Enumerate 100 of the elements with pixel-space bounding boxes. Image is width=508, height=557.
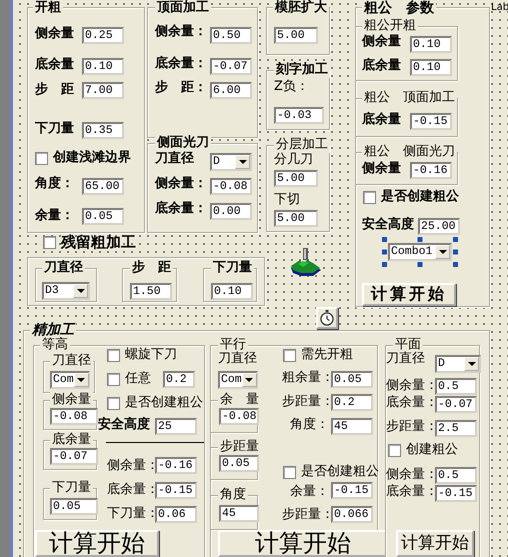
input-field[interactable]: -0.07 <box>435 396 477 413</box>
input-field[interactable]: 0.2 <box>163 371 195 388</box>
input-field[interactable]: 0.06 <box>155 506 197 523</box>
checkbox[interactable]: 是否创建粗公 <box>363 190 459 205</box>
dropdown[interactable]: Com <box>218 371 258 389</box>
dropdown[interactable]: Com <box>50 371 90 389</box>
field-label: 余量： <box>290 485 329 500</box>
input-field[interactable]: -0.15 <box>155 482 197 499</box>
field-label: 刀直径 <box>155 152 194 167</box>
input-field[interactable]: -0.15 <box>331 482 373 499</box>
input-field[interactable]: 25.00 <box>418 218 460 235</box>
input-field[interactable]: -0.15 <box>435 485 477 502</box>
checkbox[interactable]: 任意 <box>107 372 151 387</box>
input-field[interactable]: 5.00 <box>274 170 318 187</box>
input-field[interactable]: 0.10 <box>82 58 124 75</box>
input-field[interactable]: -0.08 <box>50 408 98 425</box>
input-field[interactable]: 45 <box>331 418 373 435</box>
field-label: 步距量： <box>282 395 334 410</box>
input-field[interactable]: 0.25 <box>82 27 124 44</box>
input-field[interactable]: 1.50 <box>130 283 172 300</box>
input-field[interactable]: 0.10 <box>410 36 452 53</box>
input-field[interactable]: 5.00 <box>274 27 318 44</box>
input-field[interactable]: 0.50 <box>210 27 252 44</box>
frame-title: 等高 <box>40 337 70 353</box>
calculate-button[interactable]: 计算开始 <box>362 283 456 306</box>
input-field[interactable]: 25 <box>155 418 197 435</box>
input-field[interactable]: -0.08 <box>210 178 252 195</box>
frame-title: 侧余量 <box>50 392 93 408</box>
caret-icon <box>464 357 479 371</box>
input-field[interactable]: 6.00 <box>210 82 252 99</box>
input-field[interactable]: 0.35 <box>82 122 124 139</box>
input-field[interactable]: 0.2 <box>331 394 373 411</box>
stopwatch-icon <box>319 310 335 326</box>
field-label: 侧余量 <box>362 162 401 177</box>
field-label: 步距量： <box>386 420 438 435</box>
calculate-button[interactable]: 计算开始 <box>35 530 159 557</box>
input-field[interactable]: 65.00 <box>82 178 124 195</box>
input-field[interactable]: 0.05 <box>50 498 98 515</box>
field-label: Z负： <box>274 80 309 95</box>
field-label: 底余量 <box>362 113 401 128</box>
stopwatch-button[interactable] <box>316 307 338 329</box>
input-field[interactable]: 2.5 <box>435 420 477 437</box>
input-field[interactable]: 0.05 <box>331 371 373 388</box>
field-label: 角度： <box>290 418 329 433</box>
input-field[interactable]: -0.07 <box>210 58 252 75</box>
checkbox[interactable]: 需先开粗 <box>283 348 353 363</box>
dropdown[interactable]: D <box>435 355 481 373</box>
field-label: 侧余量 <box>35 27 74 42</box>
checkbox[interactable]: 是否创建粗公 <box>107 396 203 411</box>
input-field[interactable]: -0.16 <box>155 457 197 474</box>
frame-title: 粗公 参数 <box>362 0 436 16</box>
dropdown[interactable]: D3 <box>42 282 90 300</box>
input-field[interactable]: -0.08 <box>219 408 259 425</box>
checkbox[interactable]: 创建浅滩边界 <box>35 151 131 166</box>
caret-icon <box>235 155 250 169</box>
frame-title: 刀直径 <box>42 260 85 276</box>
frame-title: 步 距 <box>130 260 173 276</box>
calculate-button[interactable]: 计算开始 <box>396 530 474 557</box>
field-label: 侧余量： <box>386 468 438 483</box>
caret-icon <box>73 284 88 298</box>
checkbox[interactable]: 创建粗公 <box>388 443 458 458</box>
checkbox[interactable]: 螺旋下刀 <box>107 348 177 363</box>
frame-title: 侧面光刀 <box>155 135 211 151</box>
field-label: 余量： <box>35 209 74 224</box>
input-field[interactable]: -0.15 <box>410 113 452 130</box>
frame-title: 刻字加工 <box>274 62 330 78</box>
input-field[interactable]: -0.07 <box>50 448 98 465</box>
dropdown[interactable]: D <box>210 153 252 171</box>
field-label: 安全高度 <box>362 218 414 233</box>
checkbox[interactable]: 残留粗加工 <box>43 234 136 252</box>
field-label: 步距量： <box>282 508 334 523</box>
input-field[interactable]: 0.10 <box>211 283 253 300</box>
field-label: 底余量： <box>386 485 438 500</box>
calculate-button[interactable]: 计算开始 <box>218 530 388 557</box>
field-label: 底余量 <box>35 58 74 73</box>
input-field[interactable]: 0.5 <box>435 378 477 395</box>
frame-title: 粗公 侧面光刀 <box>362 144 457 160</box>
input-field[interactable]: 0.10 <box>410 59 452 76</box>
frame-title: 分层加工 <box>274 137 330 153</box>
field-label: 底余量： <box>155 202 207 217</box>
frame-title: 下刀量 <box>211 260 254 276</box>
input-field[interactable]: -0.16 <box>410 162 452 179</box>
checkbox[interactable]: 是否创建粗公 <box>283 465 379 480</box>
frame-title: 余 量 <box>218 392 261 408</box>
input-field[interactable]: 45 <box>219 505 259 522</box>
field-label: 角度： <box>35 177 74 192</box>
input-field[interactable]: 0.05 <box>82 208 124 225</box>
input-field[interactable]: 0.05 <box>219 455 259 472</box>
input-field[interactable]: 0.066 <box>331 506 373 523</box>
input-field[interactable]: 7.00 <box>82 82 124 99</box>
caret-icon <box>242 373 257 387</box>
input-field[interactable]: 0.5 <box>435 467 477 484</box>
field-label: 下切 <box>274 193 300 208</box>
field-label: 底余量： <box>155 57 207 72</box>
frame-title: 粗公 顶面加工 <box>362 90 457 106</box>
input-field[interactable]: -0.03 <box>274 107 324 124</box>
field-label: 分几刀 <box>274 153 313 168</box>
frame-title: 角度 <box>218 487 248 503</box>
input-field[interactable]: 0.00 <box>210 203 252 220</box>
input-field[interactable]: 5.00 <box>274 210 318 227</box>
